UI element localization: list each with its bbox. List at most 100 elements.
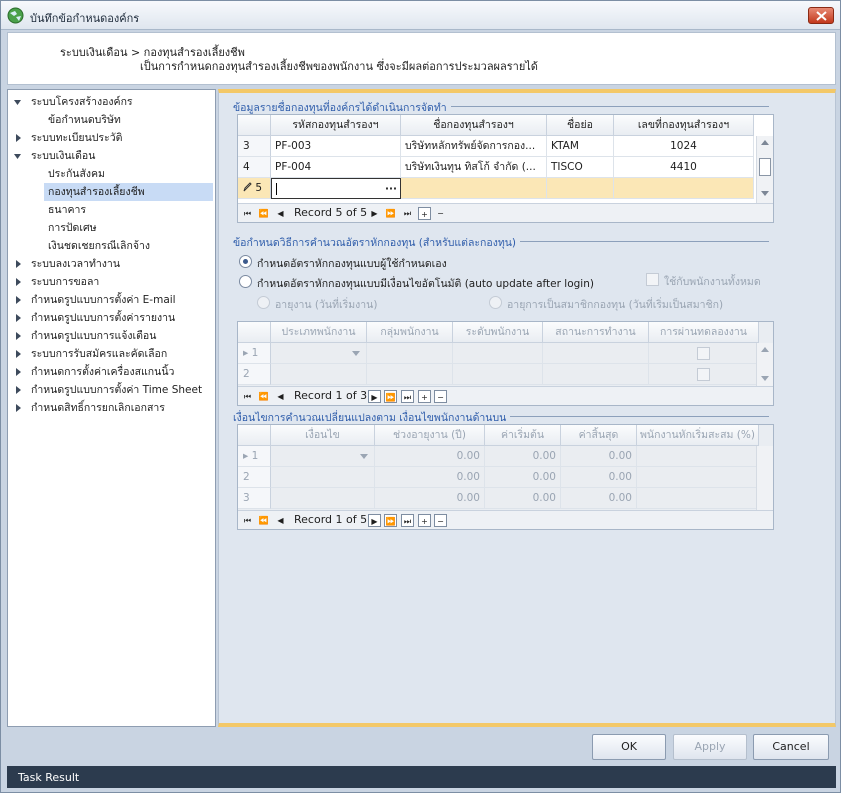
cell-deduct-percent[interactable] bbox=[637, 467, 759, 488]
tree-item[interactable]: กำหนดสิทธิ์การยกเลิกเอกสาร bbox=[14, 399, 213, 417]
fund-grid-scrollbar[interactable] bbox=[756, 136, 773, 203]
tree-item[interactable]: ระบบการขอลา bbox=[14, 273, 213, 291]
column-header-deduct-percent[interactable]: พนักงานหักเริ่มสะสม (%) bbox=[637, 425, 759, 446]
tree-collapse-icon[interactable] bbox=[14, 98, 22, 106]
delete-record-icon[interactable]: − bbox=[434, 514, 447, 527]
cell-name[interactable]: บริษัทหลักทรัพย์จัดการกอง... bbox=[401, 136, 547, 157]
column-header-emp-type[interactable]: ประเภทพนักงาน bbox=[271, 322, 367, 343]
cell-abbr[interactable]: TISCO bbox=[547, 157, 614, 178]
cell-number[interactable]: 4410 bbox=[614, 157, 754, 178]
column-header-end-value[interactable]: ค่าสิ้นสุด bbox=[561, 425, 637, 446]
radio-manual-rate[interactable] bbox=[239, 255, 252, 268]
cell-probation[interactable] bbox=[649, 364, 759, 385]
column-header-emp-level[interactable]: ระดับพนักงาน bbox=[453, 322, 543, 343]
cell-code[interactable]: PF-003 bbox=[271, 136, 401, 157]
first-record-icon[interactable]: ⏮ bbox=[241, 514, 254, 527]
tree-expand-icon[interactable] bbox=[14, 134, 22, 142]
add-record-icon[interactable]: + bbox=[418, 207, 431, 220]
cell-condition[interactable] bbox=[271, 488, 375, 509]
condition-grid-scrollbar[interactable] bbox=[756, 446, 773, 510]
tree-item[interactable]: ธนาคาร bbox=[44, 201, 213, 219]
column-header-number[interactable]: เลขที่กองทุนสำรองฯ bbox=[614, 115, 754, 136]
last-record-icon[interactable]: ⏭ bbox=[401, 390, 414, 403]
row-number[interactable]: 4 bbox=[238, 157, 271, 178]
cancel-button[interactable]: Cancel bbox=[753, 734, 829, 760]
cell-work-status[interactable] bbox=[543, 364, 649, 385]
row-number[interactable]: 3 bbox=[238, 136, 271, 157]
tree-item[interactable]: กำหนดการตั้งค่าเครื่องสแกนนิ้ว bbox=[14, 363, 213, 381]
tree-expand-icon[interactable] bbox=[14, 368, 22, 376]
scroll-up-icon[interactable] bbox=[761, 140, 769, 145]
ellipsis-button[interactable]: ··· bbox=[385, 179, 397, 198]
close-button[interactable] bbox=[808, 7, 834, 24]
tree-item[interactable]: ระบบลงเวลาทำงาน bbox=[14, 255, 213, 273]
tree-item[interactable]: ประกันสังคม bbox=[44, 165, 213, 183]
add-record-icon[interactable]: + bbox=[418, 390, 431, 403]
column-header-condition[interactable]: เงื่อนไข bbox=[271, 425, 375, 446]
cell-probation[interactable] bbox=[649, 343, 759, 364]
cell-number[interactable]: 1024 bbox=[614, 136, 754, 157]
tree-item[interactable]: การปัดเศษ bbox=[44, 219, 213, 237]
next-record-icon[interactable]: ▶ bbox=[368, 207, 381, 220]
column-header-age-range[interactable]: ช่วงอายุงาน (ปี) bbox=[375, 425, 485, 446]
column-header-work-status[interactable]: สถานะการทำงาน bbox=[543, 322, 649, 343]
apply-all-checkbox[interactable] bbox=[646, 273, 659, 286]
dropdown-arrow-icon[interactable] bbox=[352, 351, 360, 356]
next-page-icon[interactable]: ⏩ bbox=[384, 514, 397, 527]
tree-item[interactable]: ข้อกำหนดบริษัท bbox=[44, 111, 213, 129]
tree-item[interactable]: ระบบเงินเดือน bbox=[14, 147, 213, 165]
cell-emp-type[interactable] bbox=[271, 343, 367, 364]
cell-code[interactable]: PF-004 bbox=[271, 157, 401, 178]
tree-item[interactable]: กำหนดรูปแบบการตั้งค่า Time Sheet bbox=[14, 381, 213, 399]
first-record-icon[interactable]: ⏮ bbox=[241, 390, 254, 403]
prev-page-icon[interactable]: ⏪ bbox=[257, 390, 270, 403]
column-header-code[interactable]: รหัสกองทุนสำรองฯ bbox=[271, 115, 401, 136]
scroll-up-icon[interactable] bbox=[761, 347, 769, 352]
tree-expand-icon[interactable] bbox=[14, 350, 22, 358]
prev-record-icon[interactable]: ◀ bbox=[274, 514, 287, 527]
cell-age-range[interactable]: 0.00 bbox=[375, 467, 485, 488]
scroll-thumb[interactable] bbox=[759, 158, 771, 176]
dropdown-arrow-icon[interactable] bbox=[360, 454, 368, 459]
delete-record-icon[interactable]: − bbox=[434, 390, 447, 403]
tree-expand-icon[interactable] bbox=[14, 386, 22, 394]
prev-page-icon[interactable]: ⏪ bbox=[257, 207, 270, 220]
cell-name[interactable]: บริษัทเงินทุน ทิสโก้ จำกัด (... bbox=[401, 157, 547, 178]
new-row-name[interactable] bbox=[401, 178, 547, 199]
tree-expand-icon[interactable] bbox=[14, 278, 22, 286]
row-number[interactable]: ▸ 1 bbox=[238, 343, 271, 364]
row-number[interactable]: ▸ 1 bbox=[238, 446, 271, 467]
next-record-icon[interactable]: ▶ bbox=[368, 390, 381, 403]
cell-condition[interactable] bbox=[271, 446, 375, 467]
tree-expand-icon[interactable] bbox=[14, 296, 22, 304]
column-header-probation[interactable]: การผ่านทดลองงาน bbox=[649, 322, 759, 343]
tree-item[interactable]: ระบบการรับสมัครและคัดเลือก bbox=[14, 345, 213, 363]
column-header-abbr[interactable]: ชื่อย่อ bbox=[547, 115, 614, 136]
first-record-icon[interactable]: ⏮ bbox=[241, 207, 254, 220]
tree-item[interactable]: กำหนดรูปแบบการแจ้งเตือน bbox=[14, 327, 213, 345]
next-page-icon[interactable]: ⏩ bbox=[384, 390, 397, 403]
new-row-indicator[interactable]: 5 bbox=[238, 178, 271, 199]
row-number[interactable]: 2 bbox=[238, 467, 271, 488]
probation-checkbox[interactable] bbox=[697, 347, 710, 360]
new-row-abbr[interactable] bbox=[547, 178, 614, 199]
cell-end-value[interactable]: 0.00 bbox=[561, 446, 637, 467]
apply-button[interactable]: Apply bbox=[673, 734, 747, 760]
tree-item[interactable]: กำหนดรูปแบบการตั้งค่ารายงาน bbox=[14, 309, 213, 327]
cell-end-value[interactable]: 0.00 bbox=[561, 467, 637, 488]
tree-item[interactable]: กองทุนสำรองเลี้ยงชีพ bbox=[44, 183, 213, 201]
tree-collapse-icon[interactable] bbox=[14, 152, 22, 160]
prev-record-icon[interactable]: ◀ bbox=[274, 390, 287, 403]
tree-item[interactable]: ระบบทะเบียนประวัติ bbox=[14, 129, 213, 147]
rate-grid[interactable]: ประเภทพนักงาน กลุ่มพนักงาน ระดับพนักงาน … bbox=[237, 321, 774, 406]
delete-record-icon[interactable]: − bbox=[434, 207, 447, 220]
last-record-icon[interactable]: ⏭ bbox=[401, 207, 414, 220]
column-header-name[interactable]: ชื่อกองทุนสำรองฯ bbox=[401, 115, 547, 136]
column-header-emp-group[interactable]: กลุ่มพนักงาน bbox=[367, 322, 453, 343]
cell-emp-group[interactable] bbox=[367, 343, 453, 364]
radio-auto-rate[interactable] bbox=[239, 275, 252, 288]
next-page-icon[interactable]: ⏩ bbox=[384, 207, 397, 220]
cell-start-value[interactable]: 0.00 bbox=[485, 488, 561, 509]
cell-emp-level[interactable] bbox=[453, 343, 543, 364]
rate-grid-scrollbar[interactable] bbox=[756, 343, 773, 386]
